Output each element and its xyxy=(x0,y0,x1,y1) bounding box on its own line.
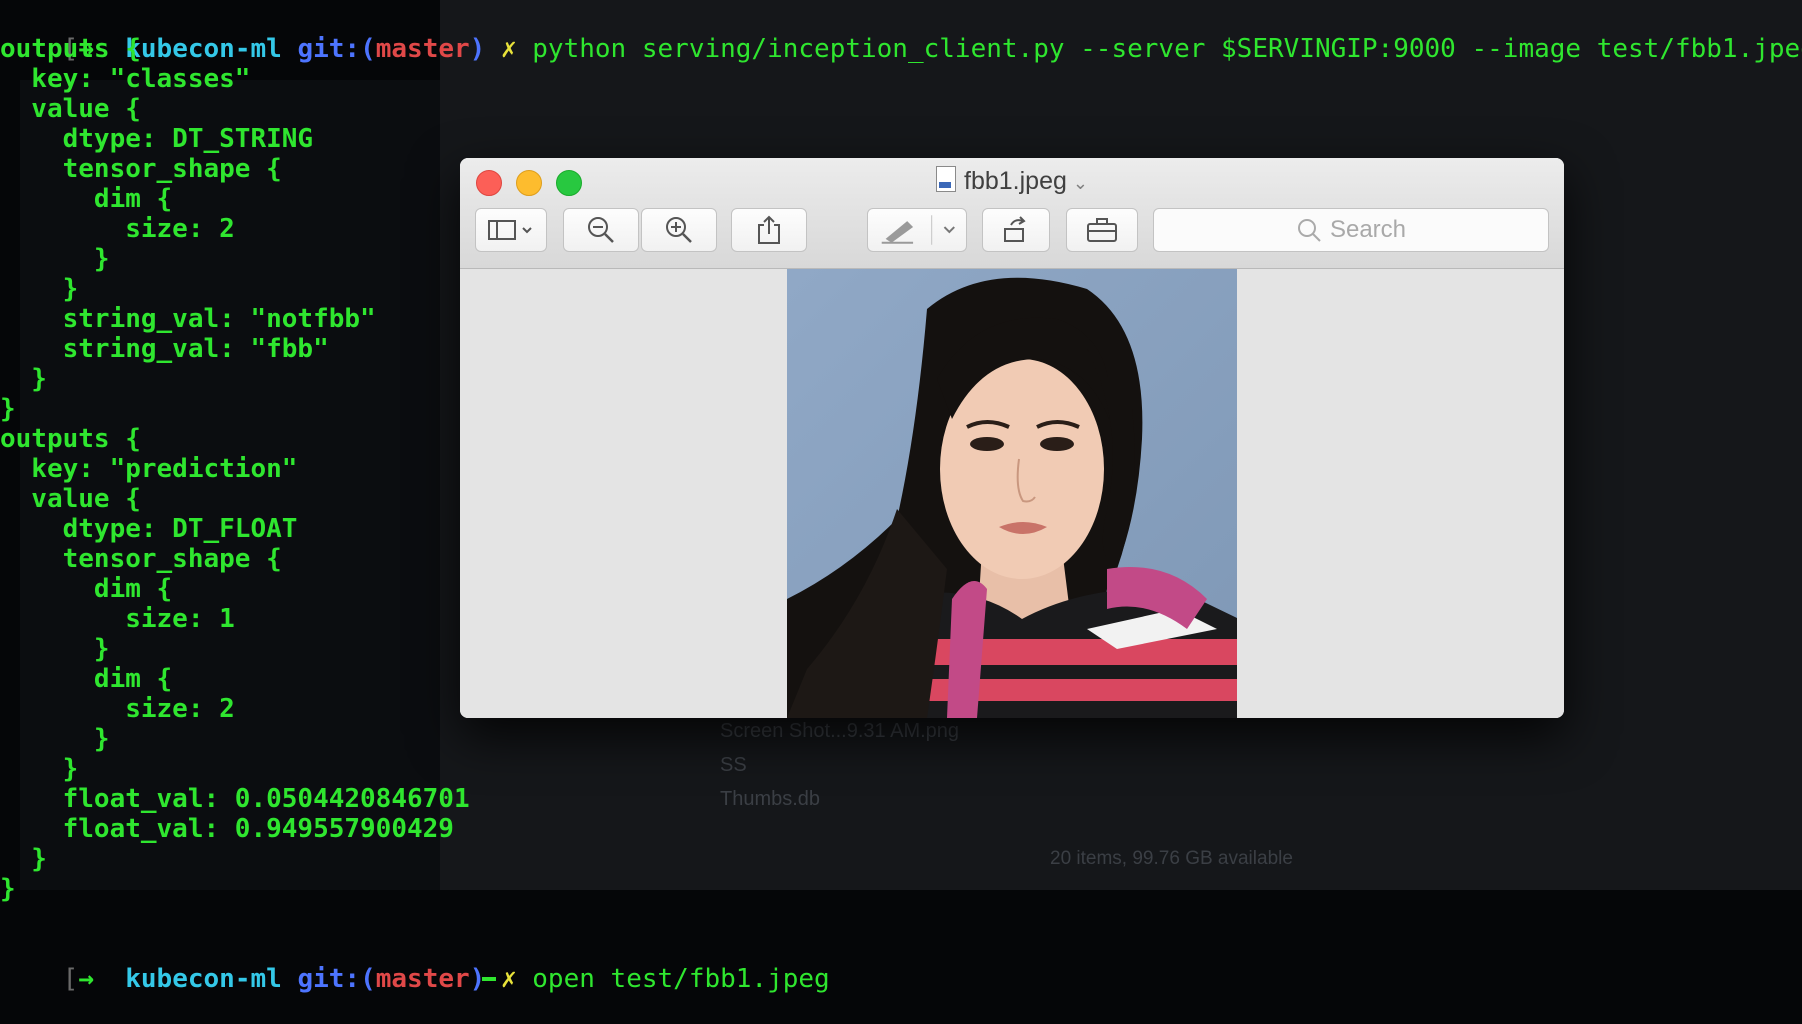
terminal-command: python serving/inception_client.py --ser… xyxy=(532,34,1802,64)
share-button[interactable] xyxy=(731,208,807,252)
terminal-output-line: size: 2 xyxy=(0,214,235,244)
prompt-dirty-icon: ✗ xyxy=(500,964,517,994)
window-title[interactable]: fbb1.jpeg ⌄ xyxy=(460,166,1564,196)
sidebar-toggle-icon xyxy=(488,220,532,240)
terminal-output-line: } xyxy=(0,634,110,664)
terminal-prompt-line: [→ kubecon-ml git:(master) ✗ open test/f… xyxy=(0,934,830,994)
photo-image xyxy=(787,269,1237,718)
terminal-output-line: string_val: "notfbb" xyxy=(0,304,376,334)
search-placeholder: Search xyxy=(1329,216,1407,243)
share-icon xyxy=(758,215,780,244)
terminal-output-line: float_val: 0.0504420846701 xyxy=(0,784,470,814)
terminal-output-line: size: 2 xyxy=(0,694,235,724)
terminal-output-line: size: 1 xyxy=(0,604,235,634)
terminal-output-line: } xyxy=(0,844,47,874)
terminal-output-line: } xyxy=(0,244,110,274)
toolbox-icon xyxy=(1087,218,1117,242)
terminal-output-line: string_val: "fbb" xyxy=(0,334,329,364)
zoom-in-button[interactable] xyxy=(641,208,717,252)
terminal-command: open test/fbb1.jpeg xyxy=(532,964,830,994)
jpeg-document-icon xyxy=(936,166,957,192)
terminal-output-line: } xyxy=(0,874,16,904)
prompt-git-label: git:( xyxy=(297,964,376,994)
terminal-output-line: } xyxy=(0,394,16,424)
terminal-output-line: value { xyxy=(0,484,141,514)
markup-pen-icon xyxy=(881,215,955,245)
prompt-dirty-icon: ✗ xyxy=(500,34,517,64)
sidebar-toggle-button[interactable] xyxy=(475,208,547,252)
terminal-output-line: tensor_shape { xyxy=(0,544,282,574)
prompt-directory: kubecon-ml xyxy=(125,964,282,994)
terminal-output-line: dtype: DT_STRING xyxy=(0,124,314,154)
rotate-button[interactable] xyxy=(982,208,1050,252)
terminal-cursor xyxy=(482,962,496,981)
terminal-prompt-line: [→ kubecon-ml git:(master) ✗ python serv… xyxy=(0,4,1802,64)
terminal-output-line: } xyxy=(0,274,79,304)
rotate-icon xyxy=(1004,216,1026,242)
terminal-output-line: dim { xyxy=(0,664,173,694)
chevron-down-icon: ⌄ xyxy=(1072,173,1088,193)
terminal-output-line: key: "classes" xyxy=(0,64,251,94)
terminal-output-line: dtype: DT_FLOAT xyxy=(0,514,298,544)
prompt-directory: kubecon-ml xyxy=(125,34,282,64)
markup-button[interactable] xyxy=(867,208,967,252)
terminal-output-line: } xyxy=(0,364,47,394)
window-title-text: fbb1.jpeg xyxy=(964,167,1067,195)
prompt-git-close: ) xyxy=(469,34,486,64)
terminal-output-line: outputs { xyxy=(0,424,141,454)
prompt-branch: master xyxy=(375,34,470,64)
terminal-output-line: float_val: 0.949557900429 xyxy=(0,814,454,844)
title-bar[interactable]: fbb1.jpeg ⌄ Search xyxy=(460,158,1564,269)
prompt-branch: master xyxy=(375,964,470,994)
markup-toolbar-button[interactable] xyxy=(1066,208,1138,252)
prompt-bracket: [ xyxy=(62,964,79,994)
portrait-photo xyxy=(787,269,1237,718)
search-field[interactable]: Search xyxy=(1153,208,1549,252)
terminal-output-line: dim { xyxy=(0,574,173,604)
terminal-output-line: tensor_shape { xyxy=(0,154,282,184)
zoom-out-button[interactable] xyxy=(563,208,639,252)
prompt-git-label: git:( xyxy=(297,34,376,64)
zoom-in-icon xyxy=(666,217,692,243)
zoom-out-icon xyxy=(588,217,614,243)
terminal-output-line: value { xyxy=(0,94,141,124)
image-viewer[interactable] xyxy=(460,269,1564,718)
search-icon xyxy=(1297,219,1321,242)
terminal-output-line: dim { xyxy=(0,184,173,214)
terminal-output-line: outputs { xyxy=(0,34,141,64)
terminal-output-line: } xyxy=(0,724,110,754)
preview-window[interactable]: fbb1.jpeg ⌄ Search xyxy=(460,158,1564,718)
prompt-arrow-icon: → xyxy=(78,964,94,994)
terminal-output-line: } xyxy=(0,754,79,784)
terminal-output-line: key: "prediction" xyxy=(0,454,298,484)
